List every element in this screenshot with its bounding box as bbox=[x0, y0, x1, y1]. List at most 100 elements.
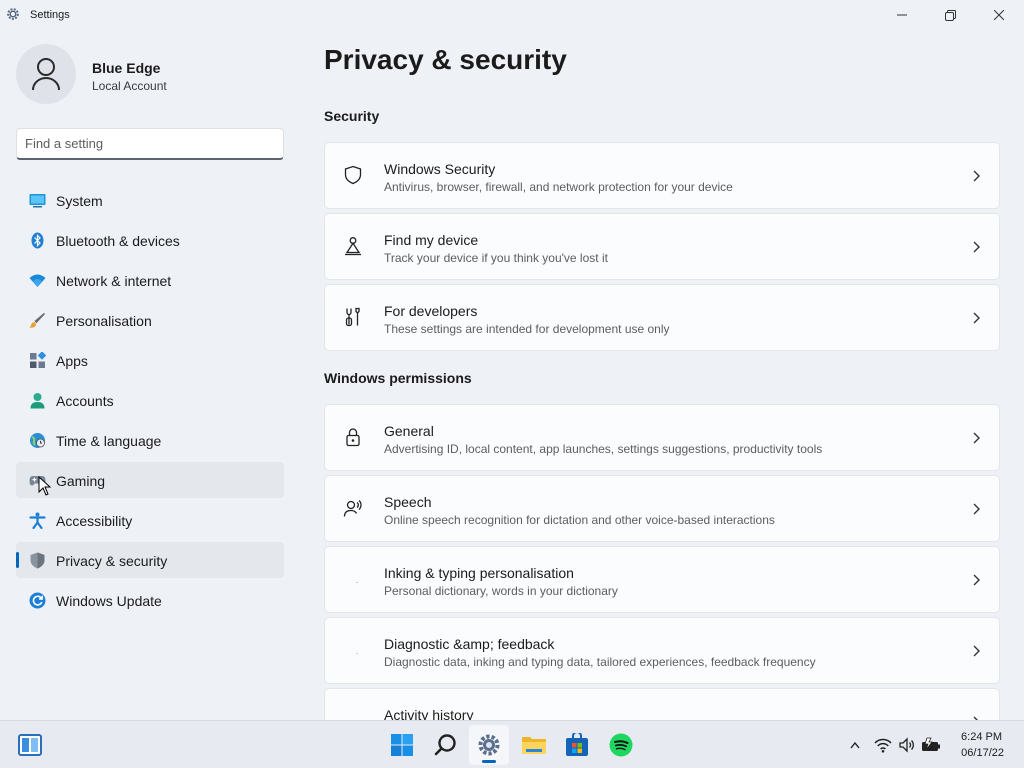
wifi-icon bbox=[29, 272, 46, 289]
chevron-right-icon bbox=[973, 574, 980, 586]
search-input[interactable] bbox=[17, 129, 283, 158]
system-icon bbox=[29, 192, 46, 209]
sidebar-item-accounts[interactable]: Accounts bbox=[16, 382, 284, 418]
sidebar-item-windows-update[interactable]: Windows Update bbox=[16, 582, 284, 618]
sidebar-item-apps[interactable]: Apps bbox=[16, 342, 284, 378]
clock-date[interactable]: 06/17/22 bbox=[961, 747, 1004, 759]
chevron-right-icon bbox=[973, 170, 980, 182]
battery-charging-icon bbox=[922, 737, 940, 751]
blank-icon bbox=[343, 569, 363, 589]
card-description: Antivirus, browser, firewall, and networ… bbox=[384, 180, 733, 194]
close-icon bbox=[994, 10, 1004, 20]
wifi-icon bbox=[874, 738, 892, 753]
sidebar-item-label: Privacy & security bbox=[56, 553, 168, 569]
card-title: Windows Security bbox=[384, 161, 496, 177]
store-icon bbox=[566, 733, 588, 756]
title-bar: Settings bbox=[0, 0, 1024, 30]
store-button[interactable] bbox=[557, 725, 597, 765]
user-icon bbox=[32, 58, 60, 91]
file-explorer-button[interactable] bbox=[514, 725, 554, 765]
developer-tools-icon bbox=[343, 307, 363, 327]
sidebar-nav: System Bluetooth & devices Network & inter… bbox=[16, 182, 284, 622]
settings-card-windows-security[interactable]: Windows Security Antivirus, browser, fire… bbox=[324, 142, 1000, 209]
avatar bbox=[16, 44, 76, 104]
sidebar-item-label: Bluetooth & devices bbox=[56, 233, 180, 249]
widgets-icon bbox=[18, 734, 42, 756]
taskbar-search-button[interactable] bbox=[426, 725, 466, 765]
battery-tray-button[interactable] bbox=[921, 735, 941, 755]
user-profile[interactable]: Blue Edge Local Account bbox=[16, 44, 296, 104]
chevron-right-icon bbox=[973, 645, 980, 657]
card-description: Personal dictionary, words in your dicti… bbox=[384, 584, 618, 598]
globe-clock-icon bbox=[29, 432, 46, 449]
chevron-right-icon bbox=[973, 312, 980, 324]
page-title: Privacy & security bbox=[324, 44, 567, 75]
mouse-cursor-icon bbox=[38, 476, 52, 496]
account-type: Local Account bbox=[92, 79, 167, 93]
section-title: Windows permissions bbox=[324, 370, 472, 386]
card-title: Find my device bbox=[384, 232, 479, 248]
sidebar-item-label: Apps bbox=[56, 353, 88, 369]
apps-icon bbox=[29, 351, 47, 369]
taskbar-settings-button[interactable] bbox=[469, 725, 509, 765]
sidebar-item-label: Accessibility bbox=[56, 513, 133, 529]
sidebar-item-time-language[interactable]: Time & language bbox=[16, 422, 284, 458]
chevron-up-icon bbox=[850, 741, 860, 749]
sidebar-item-label: Windows Update bbox=[56, 593, 162, 609]
accounts-icon bbox=[29, 392, 46, 409]
speech-icon bbox=[343, 498, 363, 518]
shield-icon bbox=[29, 552, 46, 569]
minimize-icon bbox=[897, 14, 907, 16]
widgets-button[interactable] bbox=[10, 725, 50, 765]
chevron-right-icon bbox=[973, 432, 980, 444]
sidebar-item-accessibility[interactable]: Accessibility bbox=[16, 502, 284, 538]
sidebar-item-label: Personalisation bbox=[56, 313, 152, 329]
chevron-right-icon bbox=[973, 503, 980, 515]
spotify-icon bbox=[609, 733, 633, 757]
close-button[interactable] bbox=[975, 0, 1023, 30]
network-tray-button[interactable] bbox=[873, 735, 893, 755]
search-box[interactable] bbox=[16, 128, 284, 160]
sidebar-item-personalisation[interactable]: Personalisation bbox=[16, 302, 284, 338]
settings-card-general[interactable]: General Advertising ID, local content, ap… bbox=[324, 404, 1000, 471]
user-name: Blue Edge bbox=[92, 60, 161, 76]
sidebar-item-label: System bbox=[56, 193, 103, 209]
card-description: Diagnostic data, inking and typing data,… bbox=[384, 655, 816, 669]
clock-time[interactable]: 6:24 PM bbox=[961, 731, 1002, 743]
volume-tray-button[interactable] bbox=[897, 735, 917, 755]
settings-card-diagnostic-amp-feedback[interactable]: Diagnostic &amp; feedback Diagnostic data… bbox=[324, 617, 1000, 684]
window-title: Settings bbox=[30, 9, 70, 21]
card-description: These settings are intended for developm… bbox=[384, 322, 670, 336]
start-icon bbox=[391, 734, 413, 756]
sidebar-item-privacy-security[interactable]: Privacy & security bbox=[16, 542, 284, 578]
brush-icon bbox=[29, 312, 46, 329]
settings-card-find-my-device[interactable]: Find my device Track your device if you t… bbox=[324, 213, 1000, 280]
minimize-button[interactable] bbox=[878, 0, 926, 30]
sidebar-item-label: Gaming bbox=[56, 473, 106, 489]
restore-button[interactable] bbox=[926, 0, 974, 30]
file-explorer-icon bbox=[522, 737, 546, 754]
card-description: Online speech recognition for dictation … bbox=[384, 513, 775, 527]
volume-icon bbox=[899, 737, 914, 753]
settings-card-speech[interactable]: Speech Online speech recognition for dict… bbox=[324, 475, 1000, 542]
card-title: For developers bbox=[384, 303, 478, 319]
sidebar-item-network-internet[interactable]: Network & internet bbox=[16, 262, 284, 298]
spotify-button[interactable] bbox=[601, 725, 641, 765]
sidebar-item-bluetooth-devices[interactable]: Bluetooth & devices bbox=[16, 222, 284, 258]
sidebar-item-gaming[interactable]: Gaming bbox=[16, 462, 284, 498]
sidebar-item-system[interactable]: System bbox=[16, 182, 284, 218]
accessibility-icon bbox=[29, 512, 46, 530]
card-title: General bbox=[384, 423, 434, 439]
settings-card-inking-typing-personalisation[interactable]: Inking & typing personalisation Personal … bbox=[324, 546, 1000, 613]
sidebar-item-label: Network & internet bbox=[56, 273, 172, 289]
start-button[interactable] bbox=[382, 725, 422, 765]
restore-icon bbox=[944, 9, 956, 21]
card-description: Track your device if you think you've lo… bbox=[384, 251, 608, 265]
search-icon bbox=[434, 734, 456, 756]
card-title: Diagnostic &amp; feedback bbox=[384, 636, 555, 652]
settings-card-for-developers[interactable]: For developers These settings are intende… bbox=[324, 284, 1000, 351]
lock-icon bbox=[343, 427, 363, 447]
show-hidden-icons-button[interactable] bbox=[845, 735, 865, 755]
update-icon bbox=[29, 592, 46, 609]
find-device-icon bbox=[343, 236, 363, 256]
